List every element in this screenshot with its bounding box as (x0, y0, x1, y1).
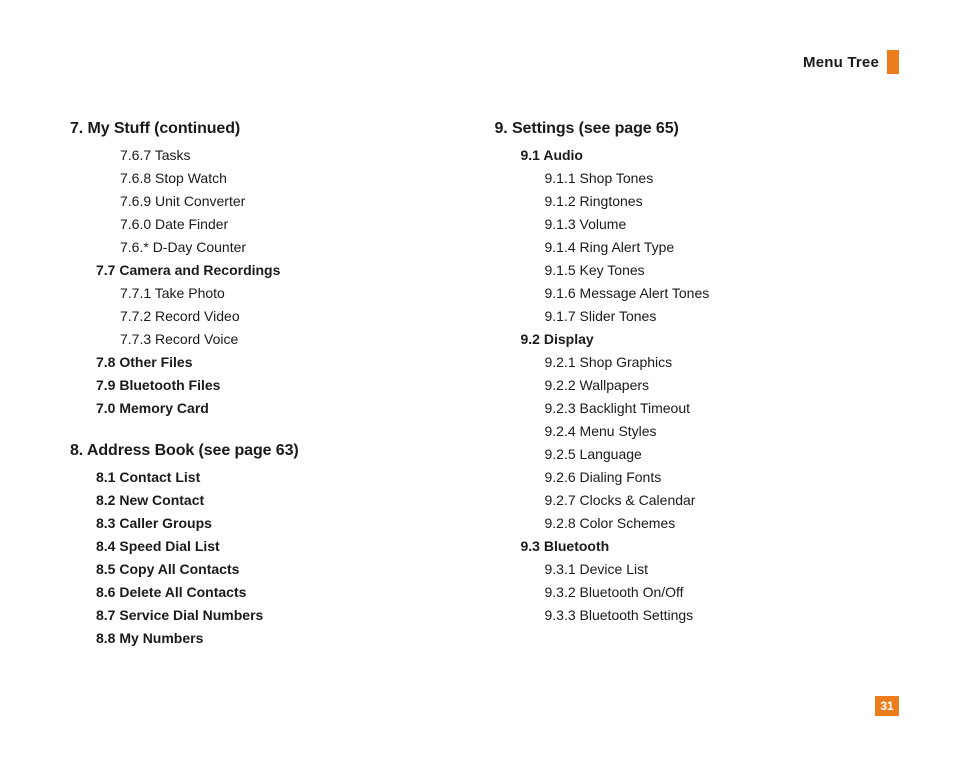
content-columns: 7. My Stuff (continued) 7.6.7 Tasks 7.6.… (70, 120, 899, 672)
subsection-8-6: 8.6 Delete All Contacts (96, 581, 475, 604)
subsection-8-4: 8.4 Speed Dial List (96, 535, 475, 558)
subsection-7-0: 7.0 Memory Card (96, 397, 475, 420)
menu-item: 9.2.6 Dialing Fonts (545, 466, 900, 489)
menu-item: 7.6.* D-Day Counter (120, 236, 475, 259)
menu-item: 9.2.1 Shop Graphics (545, 351, 900, 374)
page-header-title: Menu Tree (803, 54, 879, 71)
subsection-7-8: 7.8 Other Files (96, 351, 475, 374)
subsection-7-9: 7.9 Bluetooth Files (96, 374, 475, 397)
subsection-7-7: 7.7 Camera and Recordings (96, 259, 475, 282)
menu-item: 7.7.1 Take Photo (120, 282, 475, 305)
subsection-8-7: 8.7 Service Dial Numbers (96, 604, 475, 627)
menu-item: 9.1.3 Volume (545, 213, 900, 236)
menu-item: 9.3.1 Device List (545, 558, 900, 581)
menu-item: 9.1.7 Slider Tones (545, 305, 900, 328)
section-7: 7. My Stuff (continued) 7.6.7 Tasks 7.6.… (70, 120, 475, 420)
page-number: 31 (875, 696, 899, 716)
menu-item: 9.3.3 Bluetooth Settings (545, 604, 900, 627)
section-8-title: 8. Address Book (see page 63) (70, 442, 475, 460)
left-column: 7. My Stuff (continued) 7.6.7 Tasks 7.6.… (70, 120, 475, 672)
menu-item: 7.6.0 Date Finder (120, 213, 475, 236)
menu-item: 7.6.9 Unit Converter (120, 190, 475, 213)
menu-item: 7.7.3 Record Voice (120, 328, 475, 351)
page-header: Menu Tree (803, 50, 899, 74)
menu-item: 9.1.5 Key Tones (545, 259, 900, 282)
section-8: 8. Address Book (see page 63) 8.1 Contac… (70, 442, 475, 650)
menu-item: 9.1.6 Message Alert Tones (545, 282, 900, 305)
menu-item: 9.2.2 Wallpapers (545, 374, 900, 397)
menu-item: 9.2.4 Menu Styles (545, 420, 900, 443)
menu-item: 9.2.5 Language (545, 443, 900, 466)
subsection-8-1: 8.1 Contact List (96, 466, 475, 489)
menu-item: 9.2.7 Clocks & Calendar (545, 489, 900, 512)
subsection-9-2: 9.2 Display (521, 328, 900, 351)
menu-item: 9.1.2 Ringtones (545, 190, 900, 213)
section-9: 9. Settings (see page 65) 9.1 Audio 9.1.… (495, 120, 900, 627)
subsection-8-3: 8.3 Caller Groups (96, 512, 475, 535)
subsection-9-1: 9.1 Audio (521, 144, 900, 167)
menu-item: 9.2.8 Color Schemes (545, 512, 900, 535)
subsection-8-5: 8.5 Copy All Contacts (96, 558, 475, 581)
subsection-8-8: 8.8 My Numbers (96, 627, 475, 650)
right-column: 9. Settings (see page 65) 9.1 Audio 9.1.… (495, 120, 900, 672)
menu-item: 9.3.2 Bluetooth On/Off (545, 581, 900, 604)
page-number-label: 31 (880, 699, 893, 713)
menu-item: 9.1.4 Ring Alert Type (545, 236, 900, 259)
menu-item: 9.1.1 Shop Tones (545, 167, 900, 190)
menu-item: 7.7.2 Record Video (120, 305, 475, 328)
menu-item: 7.6.7 Tasks (120, 144, 475, 167)
menu-item: 9.2.3 Backlight Timeout (545, 397, 900, 420)
subsection-9-3: 9.3 Bluetooth (521, 535, 900, 558)
section-9-title: 9. Settings (see page 65) (495, 120, 900, 138)
subsection-8-2: 8.2 New Contact (96, 489, 475, 512)
menu-item: 7.6.8 Stop Watch (120, 167, 475, 190)
header-accent-bar (887, 50, 899, 74)
section-7-title: 7. My Stuff (continued) (70, 120, 475, 138)
